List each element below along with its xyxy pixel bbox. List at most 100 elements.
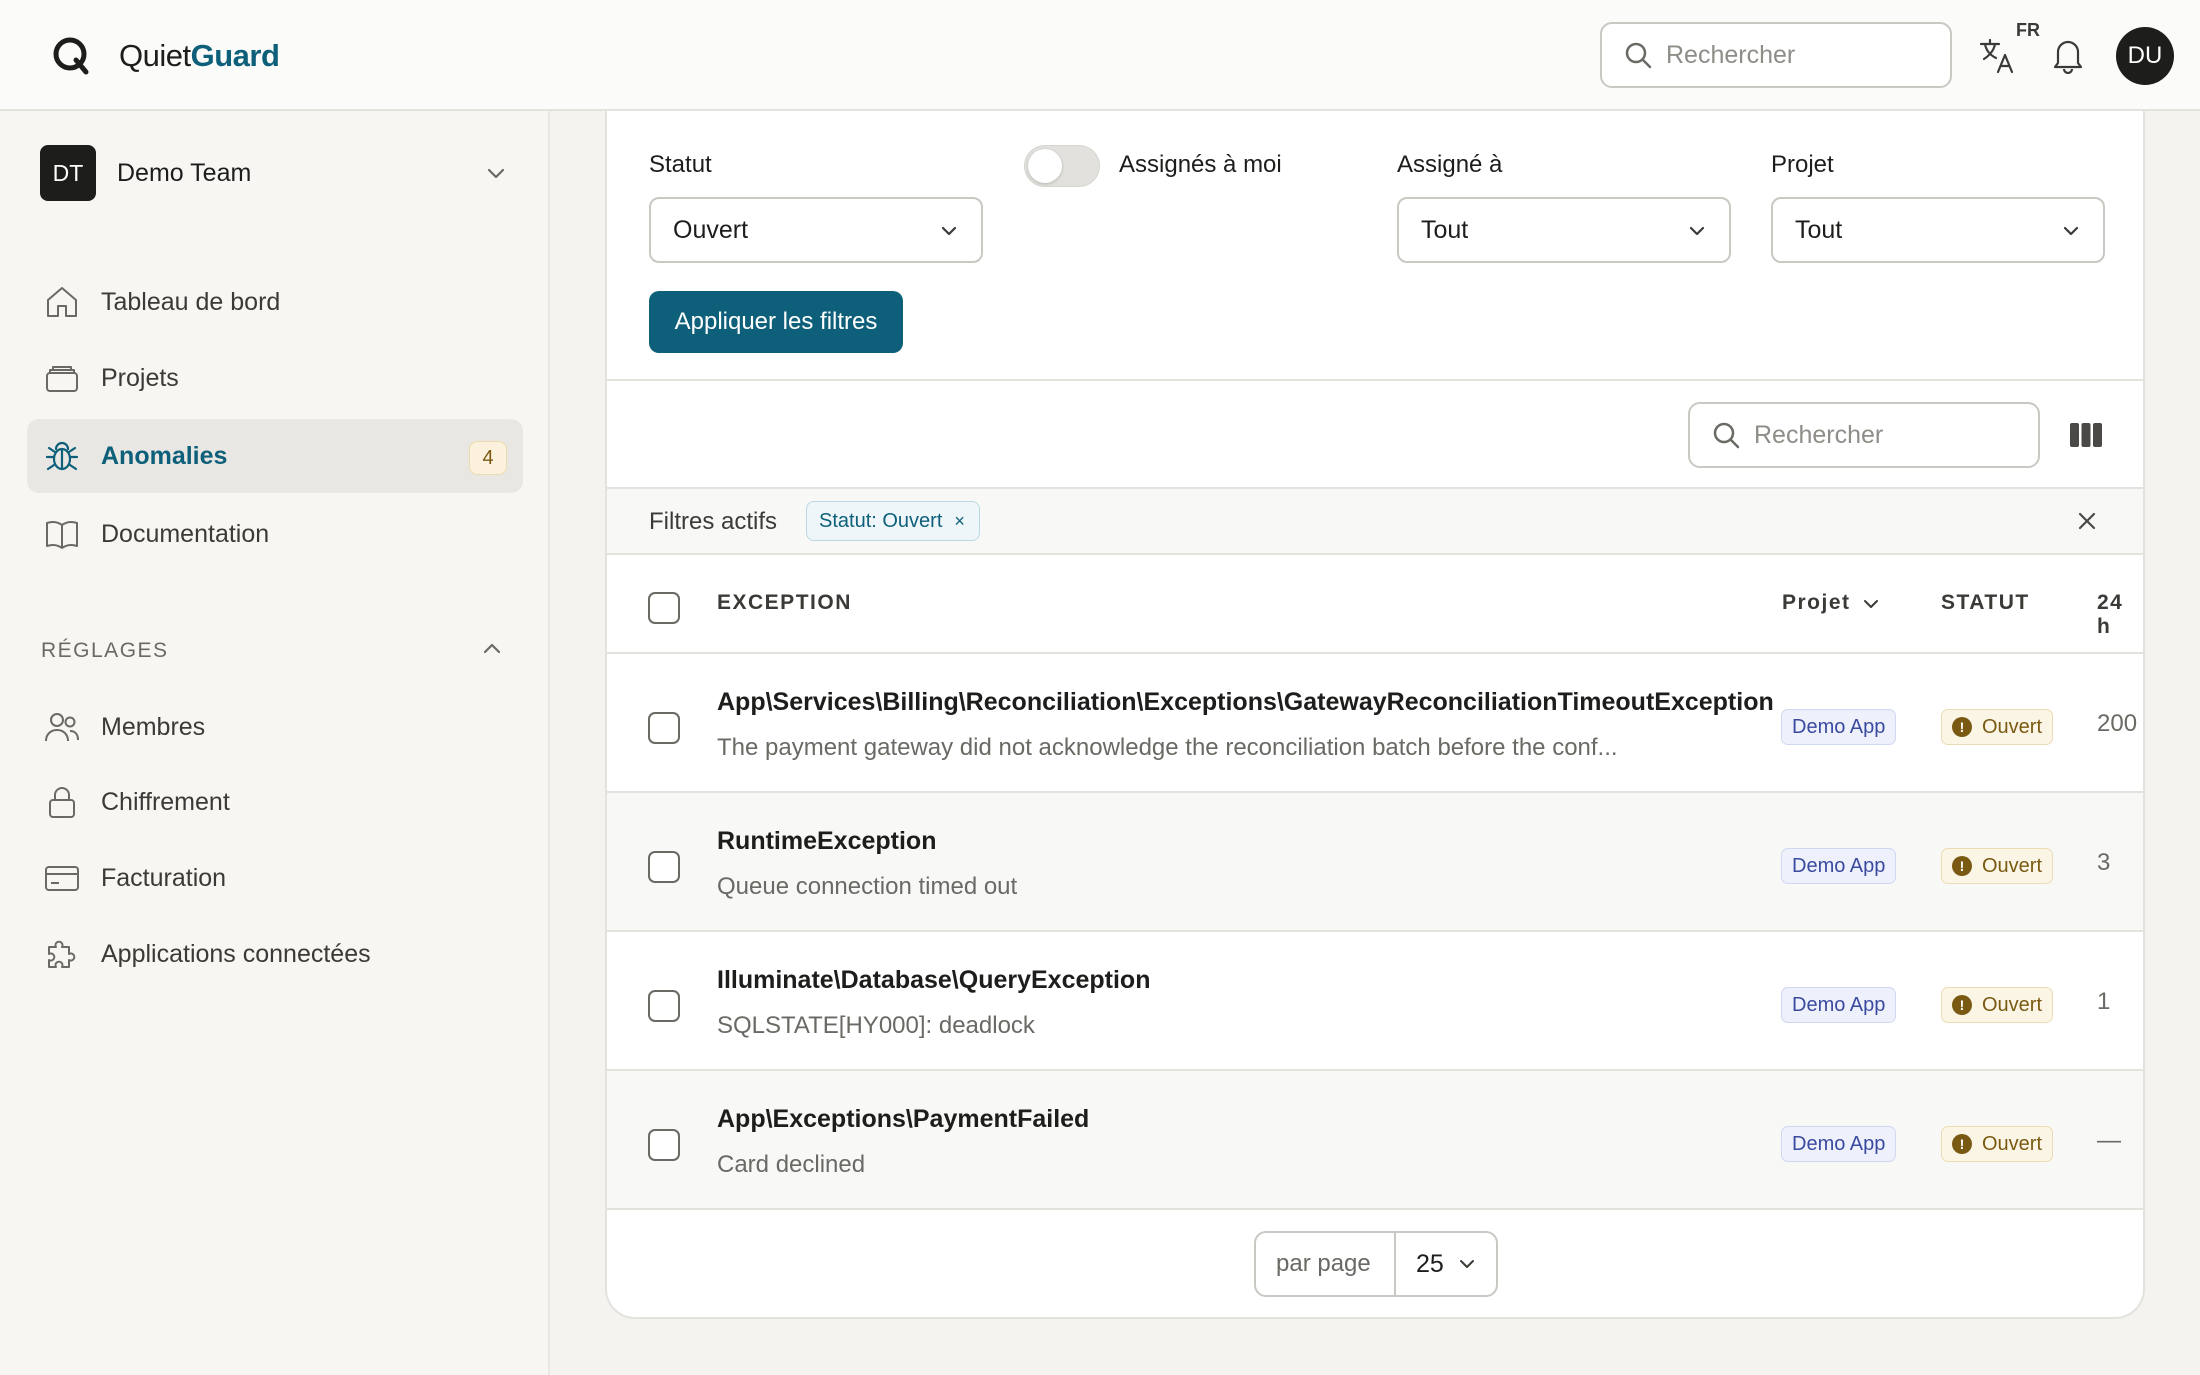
columns-toggle-icon[interactable] bbox=[2069, 420, 2103, 450]
per-page-value: 25 bbox=[1416, 1249, 1444, 1278]
remove-filter-icon[interactable]: × bbox=[954, 511, 965, 532]
sidebar-item-anomalies[interactable]: Anomalies 4 bbox=[27, 419, 523, 493]
brand-name-part2: Guard bbox=[190, 38, 280, 73]
search-icon bbox=[1625, 42, 1652, 69]
active-filters-label: Filtres actifs bbox=[649, 508, 778, 535]
row-checkbox[interactable] bbox=[648, 851, 680, 883]
assigned-to-me-toggle[interactable] bbox=[1024, 145, 1100, 187]
chevron-up-icon[interactable] bbox=[478, 635, 506, 663]
status-badge-label: Ouvert bbox=[1982, 854, 2043, 877]
credit-card-icon bbox=[45, 866, 79, 891]
table-row[interactable]: Illuminate\Database\QueryException SQLST… bbox=[607, 930, 2143, 1069]
assignee-filter-label: Assigné à bbox=[1397, 151, 1503, 178]
status-badge: ! Ouvert bbox=[1941, 709, 2054, 745]
table-search-input[interactable] bbox=[1754, 420, 2014, 450]
apply-filters-button[interactable]: Appliquer les filtres bbox=[649, 291, 903, 353]
logo-mark-icon bbox=[53, 37, 89, 75]
table-row[interactable]: RuntimeException Queue connection timed … bbox=[607, 791, 2143, 930]
active-filter-chip[interactable]: Statut: Ouvert × bbox=[806, 501, 980, 541]
exception-message: SQLSTATE[HY000]: deadlock bbox=[717, 1012, 1035, 1039]
alert-icon: ! bbox=[1952, 717, 1972, 737]
sidebar-item-projects[interactable]: Projets bbox=[27, 341, 523, 415]
sidebar-item-members[interactable]: Membres bbox=[27, 690, 523, 764]
exception-message: The payment gateway did not acknowledge … bbox=[717, 734, 1618, 761]
chevron-down-icon bbox=[2063, 226, 2079, 236]
event-count-24h: — bbox=[2097, 1127, 2121, 1154]
book-icon bbox=[46, 520, 78, 549]
brand-name-part1: Quiet bbox=[119, 38, 191, 73]
notifications-button[interactable] bbox=[2050, 36, 2090, 76]
toggle-knob bbox=[1028, 149, 1062, 183]
exception-title[interactable]: Illuminate\Database\QueryException bbox=[717, 966, 1150, 995]
status-badge-label: Ouvert bbox=[1982, 993, 2043, 1016]
exception-message: Queue connection timed out bbox=[717, 873, 1018, 900]
sidebar-item-dashboard[interactable]: Tableau de bord bbox=[27, 265, 523, 339]
close-icon[interactable] bbox=[2075, 509, 2099, 533]
users-icon bbox=[45, 713, 79, 742]
sidebar-item-documentation[interactable]: Documentation bbox=[27, 497, 523, 571]
alert-icon: ! bbox=[1952, 1134, 1972, 1154]
team-switcher[interactable]: DT Demo Team bbox=[40, 143, 510, 203]
project-filter-select[interactable]: Tout bbox=[1771, 197, 2105, 263]
project-badge: Demo App bbox=[1781, 848, 1897, 884]
alert-icon: ! bbox=[1952, 856, 1972, 876]
per-page-selector[interactable]: par page 25 bbox=[1254, 1231, 1498, 1297]
row-checkbox[interactable] bbox=[648, 712, 680, 744]
chevron-down-icon bbox=[1689, 226, 1705, 236]
anomalies-count-badge: 4 bbox=[469, 441, 507, 475]
project-badge: Demo App bbox=[1781, 709, 1897, 745]
sidebar-item-label: Anomalies bbox=[101, 441, 228, 470]
status-badge: ! Ouvert bbox=[1941, 848, 2054, 884]
status-badge: ! Ouvert bbox=[1941, 1126, 2054, 1162]
exception-message: Card declined bbox=[717, 1151, 866, 1178]
anomalies-card: Statut Ouvert Assignés à moi Assigné à T… bbox=[605, 111, 2145, 1319]
sidebar-item-label: Facturation bbox=[101, 863, 227, 892]
search-icon bbox=[1713, 422, 1740, 449]
sidebar-item-connected-apps[interactable]: Applications connectées bbox=[27, 917, 523, 991]
active-filter-chip-label: Statut: Ouvert bbox=[819, 509, 943, 532]
sidebar: DT Demo Team Tableau de bord Projets Ano… bbox=[0, 111, 550, 1375]
row-checkbox[interactable] bbox=[648, 990, 680, 1022]
puzzle-icon bbox=[48, 940, 76, 968]
per-page-label: par page bbox=[1276, 1250, 1371, 1277]
status-badge-label: Ouvert bbox=[1982, 715, 2043, 738]
project-filter-label: Projet bbox=[1771, 151, 1834, 178]
sidebar-item-billing[interactable]: Facturation bbox=[27, 841, 523, 915]
status-filter-select[interactable]: Ouvert bbox=[649, 197, 983, 263]
select-all-checkbox[interactable] bbox=[648, 592, 680, 624]
exception-title[interactable]: RuntimeException bbox=[717, 827, 936, 856]
table-search[interactable] bbox=[1688, 402, 2040, 468]
exception-title[interactable]: App\Exceptions\PaymentFailed bbox=[717, 1105, 1089, 1134]
chevron-down-icon bbox=[1459, 1260, 1474, 1268]
global-search-input[interactable] bbox=[1666, 40, 1926, 70]
exception-title[interactable]: App\Services\Billing\Reconciliation\Exce… bbox=[717, 688, 1774, 717]
project-filter-value: Tout bbox=[1795, 215, 1843, 244]
user-avatar[interactable]: DU bbox=[2116, 27, 2174, 85]
status-badge-label: Ouvert bbox=[1982, 1132, 2043, 1155]
project-badge: Demo App bbox=[1781, 987, 1897, 1023]
home-icon bbox=[47, 287, 77, 317]
sidebar-item-encryption[interactable]: Chiffrement bbox=[27, 765, 523, 839]
brand-name: QuietGuard bbox=[119, 38, 280, 74]
chevron-down-icon[interactable] bbox=[1861, 594, 1881, 614]
table-row[interactable]: App\Services\Billing\Reconciliation\Exce… bbox=[607, 652, 2143, 791]
filters-divider bbox=[607, 379, 2143, 381]
app-logo[interactable]: QuietGuard bbox=[50, 34, 280, 78]
table-row[interactable]: App\Exceptions\PaymentFailed Card declin… bbox=[607, 1069, 2143, 1208]
settings-section-title: RÉGLAGES bbox=[41, 639, 169, 662]
event-count-24h: 1 bbox=[2097, 988, 2111, 1015]
assignee-filter-select[interactable]: Tout bbox=[1397, 197, 1731, 263]
event-count-24h: 3 bbox=[2097, 849, 2111, 876]
team-avatar: DT bbox=[40, 145, 96, 201]
column-header-project[interactable]: Projet bbox=[1782, 591, 1851, 615]
folder-stack-icon bbox=[46, 366, 78, 392]
event-count-24h: 200 bbox=[2097, 710, 2138, 737]
column-header-exception[interactable]: EXCEPTION bbox=[717, 591, 852, 615]
column-header-status[interactable]: STATUT bbox=[1941, 591, 2030, 615]
status-filter-value: Ouvert bbox=[673, 215, 749, 244]
status-badge: ! Ouvert bbox=[1941, 987, 2054, 1023]
column-header-24h[interactable]: 24 h bbox=[2097, 591, 2143, 639]
row-checkbox[interactable] bbox=[648, 1129, 680, 1161]
global-search[interactable] bbox=[1600, 22, 1952, 88]
language-switcher[interactable]: FR bbox=[1978, 20, 2040, 80]
